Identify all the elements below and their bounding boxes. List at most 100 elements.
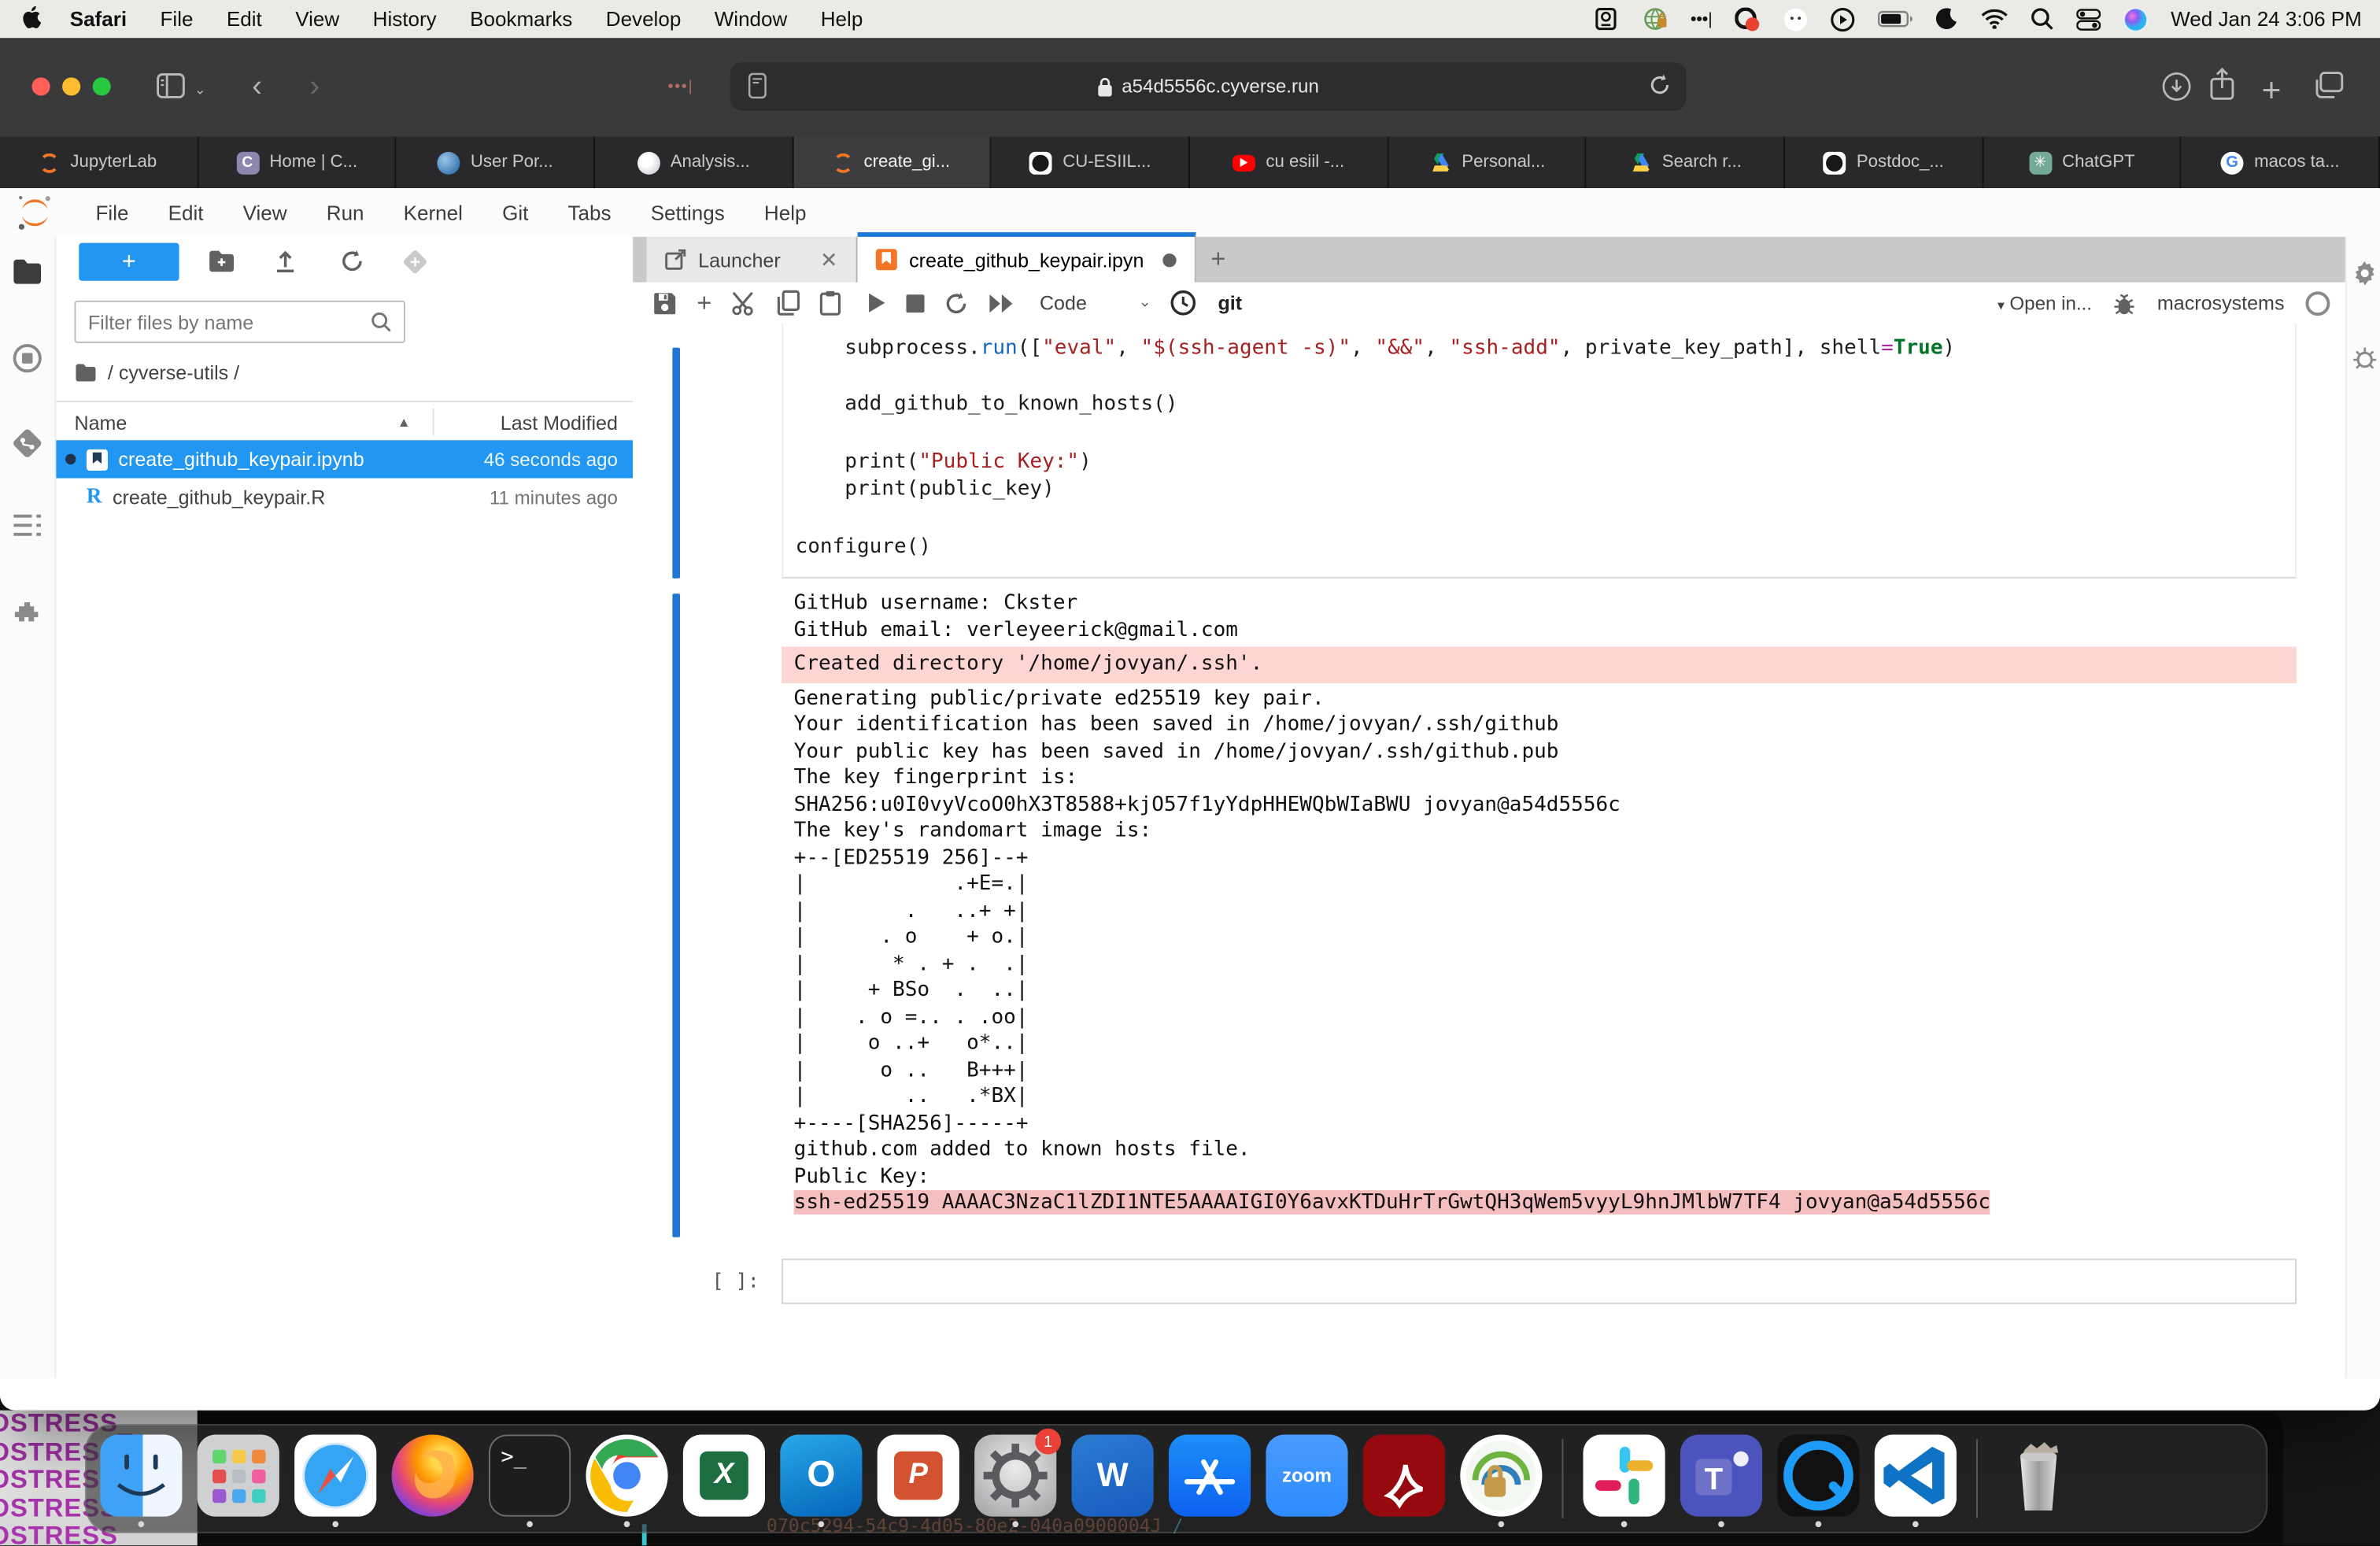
- zoom-window-button[interactable]: [93, 77, 111, 95]
- menu-item-file[interactable]: File: [143, 8, 209, 31]
- dock-quicktime-icon[interactable]: [1776, 1432, 1861, 1526]
- cell-type-dropdown[interactable]: Code ⌄: [1040, 291, 1151, 314]
- share-icon[interactable]: [2208, 67, 2236, 103]
- tab-overview-icon[interactable]: [2313, 72, 2344, 101]
- safari-tab-6[interactable]: cu esiil -...: [1190, 137, 1388, 189]
- menu-item-develop[interactable]: Develop: [589, 8, 698, 31]
- back-button[interactable]: ‹: [252, 70, 262, 105]
- safari-tab-8[interactable]: Search r...: [1587, 137, 1785, 189]
- running-terminals-tab-icon[interactable]: [12, 343, 42, 374]
- upload-icon[interactable]: [273, 249, 298, 273]
- dock-slack-icon[interactable]: [1582, 1432, 1667, 1526]
- jlab-menu-tabs[interactable]: Tabs: [548, 202, 630, 224]
- empty-cell-editor[interactable]: [782, 1259, 2297, 1304]
- unsaved-changes-dot[interactable]: [1162, 253, 1176, 266]
- debugger-sidebar-icon[interactable]: [2352, 346, 2377, 371]
- history-clock-icon[interactable]: [1171, 290, 1197, 316]
- active-cell-indicator-bar[interactable]: [672, 348, 680, 579]
- safari-tab-1[interactable]: CHome | C...: [198, 137, 397, 189]
- moon-icon[interactable]: [1935, 8, 1958, 31]
- dock-zoom-icon[interactable]: zoom: [1264, 1432, 1349, 1526]
- dock-vscode-icon[interactable]: [1873, 1432, 1958, 1526]
- new-tab-button[interactable]: +: [2262, 72, 2282, 111]
- safari-tab-0[interactable]: JupyterLab: [0, 137, 198, 189]
- menu-item-window[interactable]: Window: [698, 8, 804, 31]
- jlab-menu-git[interactable]: Git: [482, 202, 548, 224]
- restart-kernel-button[interactable]: [944, 290, 968, 315]
- close-window-button[interactable]: [31, 77, 50, 95]
- safari-tab-3[interactable]: Analysis...: [595, 137, 793, 189]
- file-row-0[interactable]: create_github_keypair.ipynb46 seconds ag…: [56, 440, 633, 478]
- reader-icon[interactable]: [748, 73, 767, 99]
- safari-tab-9[interactable]: Postdoc_...: [1785, 137, 1983, 189]
- jlab-menu-view[interactable]: View: [224, 202, 307, 224]
- forward-button[interactable]: ›: [309, 70, 320, 105]
- jlab-menu-settings[interactable]: Settings: [631, 202, 745, 224]
- jlab-menu-edit[interactable]: Edit: [149, 202, 224, 224]
- dock-launchpad-icon[interactable]: [196, 1432, 281, 1526]
- insert-cell-button[interactable]: +: [697, 287, 711, 318]
- dock-chrome-icon[interactable]: [584, 1432, 669, 1526]
- dock-powerpoint-icon[interactable]: P: [876, 1432, 961, 1526]
- dock-outlook-icon[interactable]: O: [778, 1432, 863, 1526]
- jlab-menu-run[interactable]: Run: [307, 202, 384, 224]
- apple-logo-icon[interactable]: [21, 6, 44, 32]
- dock-excel-icon[interactable]: X: [682, 1432, 767, 1526]
- new-launcher-button[interactable]: +: [79, 243, 179, 281]
- column-modified-label[interactable]: Last Modified: [501, 411, 618, 434]
- screen-record-icon[interactable]: [1595, 8, 1621, 31]
- breadcrumb[interactable]: / cyverse-utils /: [74, 361, 239, 384]
- dock-word-icon[interactable]: W: [1070, 1432, 1155, 1526]
- minimize-window-button[interactable]: [62, 77, 80, 95]
- jlab-menu-file[interactable]: File: [76, 202, 148, 224]
- jlab-menu-kernel[interactable]: Kernel: [384, 202, 482, 224]
- siri-icon[interactable]: [2123, 7, 2148, 31]
- file-list-header[interactable]: Name ▲ Last Modified: [56, 401, 633, 443]
- column-name-label[interactable]: Name: [74, 411, 127, 434]
- git-toolbar-label[interactable]: git: [1218, 291, 1242, 314]
- run-cell-button[interactable]: [867, 291, 886, 314]
- address-bar[interactable]: a54d5556c.cyverse.run: [730, 62, 1687, 111]
- doc-tab-launcher[interactable]: Launcher✕: [647, 237, 858, 283]
- sidebar-toggle-icon[interactable]: [157, 73, 186, 99]
- paste-cells-button[interactable]: [819, 290, 841, 316]
- save-button[interactable]: [652, 290, 677, 315]
- reload-icon[interactable]: [1648, 73, 1671, 98]
- menu-item-view[interactable]: View: [279, 8, 356, 31]
- sidebar-chevron-icon[interactable]: ⌄: [194, 82, 206, 98]
- control-center-icon[interactable]: [2077, 7, 2101, 31]
- jlab-menu-help[interactable]: Help: [745, 202, 826, 224]
- copy-cells-button[interactable]: [777, 290, 800, 316]
- extensions-tab-icon[interactable]: [12, 598, 42, 629]
- dock-trash-icon[interactable]: [1996, 1432, 2081, 1526]
- record-dot-icon[interactable]: [1735, 7, 1761, 31]
- debugger-bug-icon[interactable]: [2113, 290, 2136, 315]
- safari-tab-10[interactable]: ✳ChatGPT: [1983, 137, 2182, 189]
- safari-tab-4[interactable]: create_gi...: [793, 137, 992, 189]
- filter-files-input[interactable]: [76, 310, 370, 333]
- code-cell-editor[interactable]: subprocess.run(["eval", "$(ssh-agent -s)…: [782, 324, 2297, 579]
- restart-run-all-button[interactable]: [988, 292, 1015, 313]
- menu-item-edit[interactable]: Edit: [210, 8, 279, 31]
- file-browser-tab-icon[interactable]: [12, 258, 42, 286]
- new-document-tab-button[interactable]: +: [1210, 244, 1225, 275]
- table-of-contents-tab-icon[interactable]: [12, 513, 42, 538]
- safari-tab-7[interactable]: Personal...: [1388, 137, 1587, 189]
- safari-tab-2[interactable]: User Por...: [397, 137, 595, 189]
- file-row-1[interactable]: Rcreate_github_keypair.R11 minutes ago: [56, 478, 633, 516]
- battery-icon[interactable]: [1878, 10, 1913, 27]
- safari-tab-5[interactable]: CU-ESIIL...: [992, 137, 1190, 189]
- doc-tab-create-github-keypair-ipyn[interactable]: create_github_keypair.ipyn: [858, 232, 1196, 283]
- safari-tab-11[interactable]: Gmacos ta...: [2182, 137, 2380, 189]
- dock-acrobat-icon[interactable]: [1362, 1432, 1447, 1526]
- dock-anyconnect-icon[interactable]: [1458, 1432, 1543, 1526]
- spotlight-icon[interactable]: [2031, 8, 2054, 31]
- menu-item-bookmarks[interactable]: Bookmarks: [453, 8, 589, 31]
- property-inspector-gear-icon[interactable]: [2352, 261, 2377, 286]
- dock-finder-icon[interactable]: [98, 1432, 183, 1526]
- menu-item-history[interactable]: History: [356, 8, 453, 31]
- downloads-icon[interactable]: [2161, 72, 2192, 102]
- menu-item-help[interactable]: Help: [804, 8, 880, 31]
- dock-safari-icon[interactable]: [293, 1432, 378, 1526]
- cut-cells-button[interactable]: [731, 290, 757, 315]
